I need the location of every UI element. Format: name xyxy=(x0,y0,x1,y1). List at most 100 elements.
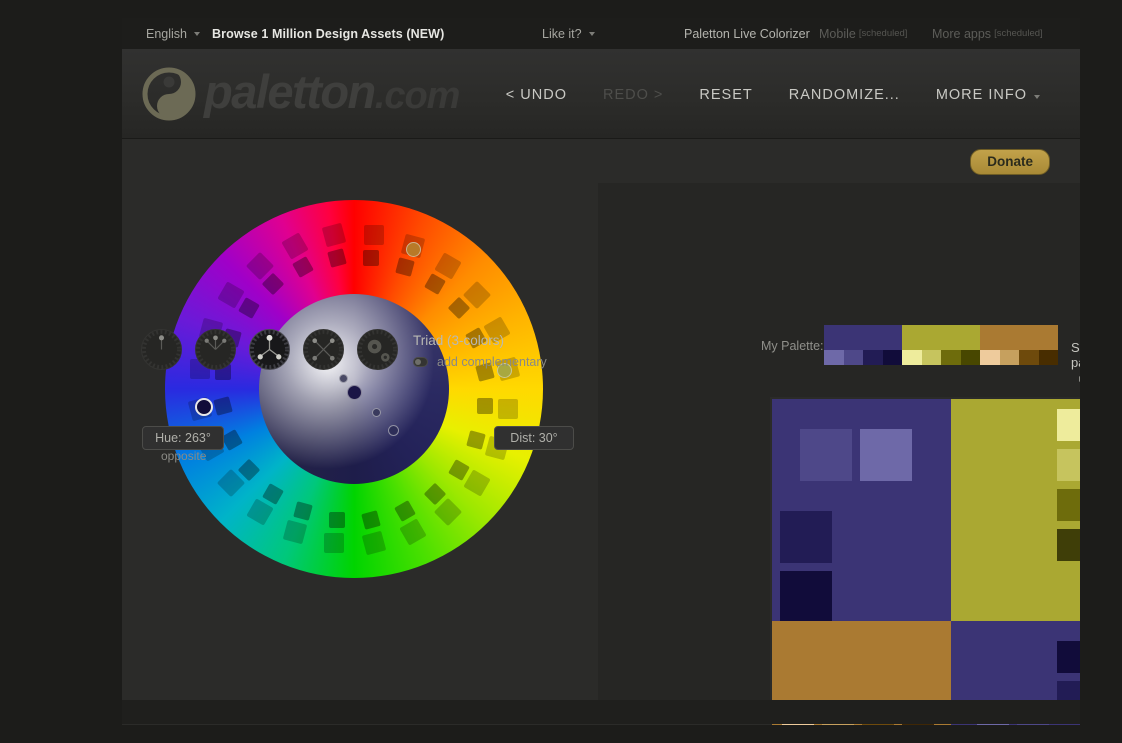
more-apps-link[interactable]: More apps [scheduled] xyxy=(932,27,1043,41)
nav-undo[interactable]: < UNDO xyxy=(488,83,585,107)
wheel-segment[interactable] xyxy=(281,232,308,259)
live-colorizer-label: Paletton Live Colorizer xyxy=(684,27,810,41)
wheel-segment[interactable] xyxy=(435,252,462,279)
paletton-logo-icon xyxy=(140,65,198,123)
inner-handle-c[interactable] xyxy=(372,408,381,417)
color-wheel[interactable] xyxy=(165,200,543,578)
wheel-segment[interactable] xyxy=(498,399,518,419)
my-palette-label: My Palette: xyxy=(761,339,824,353)
wheel-segment[interactable] xyxy=(282,520,306,544)
wheel-segment[interactable] xyxy=(363,250,379,266)
palette-sub-swatch[interactable] xyxy=(980,350,1000,365)
palette-sub-swatch[interactable] xyxy=(824,350,844,365)
wheel-segment[interactable] xyxy=(477,398,493,414)
preview-cell[interactable] xyxy=(951,399,1080,621)
wheel-segment[interactable] xyxy=(329,512,345,528)
wheel-segment[interactable] xyxy=(322,223,346,247)
scheme-adjacent-button[interactable] xyxy=(195,329,236,370)
preview-cell[interactable] xyxy=(772,399,951,621)
preview-swatch[interactable] xyxy=(860,429,912,481)
inner-handle-d[interactable] xyxy=(388,425,399,436)
preview-swatch[interactable] xyxy=(780,571,832,621)
nav-redo[interactable]: REDO > xyxy=(585,83,681,107)
wheel-segment[interactable] xyxy=(221,429,243,451)
palette-sub-swatch[interactable] xyxy=(883,350,903,365)
palette-group[interactable] xyxy=(824,325,902,365)
wheel-segment[interactable] xyxy=(448,297,471,320)
browse-assets-link[interactable]: Browse 1 Million Design Assets (NEW) xyxy=(212,27,444,41)
add-complementary-toggle[interactable]: add complementary xyxy=(413,355,547,369)
preview-swatch[interactable] xyxy=(780,511,832,563)
nav-reset[interactable]: RESET xyxy=(681,83,770,107)
palette-sub-swatch[interactable] xyxy=(941,350,961,365)
wheel-segment[interactable] xyxy=(262,273,285,296)
hue-input[interactable]: Hue: 263° xyxy=(142,426,224,450)
palette-sub-swatch[interactable] xyxy=(1019,350,1039,365)
palette-sub-swatch[interactable] xyxy=(1000,350,1020,365)
wheel-segment[interactable] xyxy=(434,498,462,526)
chevron-down-icon xyxy=(589,32,595,36)
scheme-monochromatic-button[interactable] xyxy=(141,329,182,370)
wheel-segment[interactable] xyxy=(213,396,233,416)
logo[interactable]: paletton.com xyxy=(140,63,459,125)
secondary-handle-1[interactable] xyxy=(406,242,421,257)
wheel-segment[interactable] xyxy=(448,459,470,481)
language-selector[interactable]: English xyxy=(146,27,200,41)
preview-swatch[interactable] xyxy=(1057,529,1080,561)
wheel-segment[interactable] xyxy=(324,533,344,553)
like-it-menu[interactable]: Like it? xyxy=(542,27,595,41)
palette-sub-swatch[interactable] xyxy=(844,350,864,365)
preview-swatch[interactable] xyxy=(800,429,852,481)
wheel-segment[interactable] xyxy=(424,273,446,295)
wheel-segment[interactable] xyxy=(400,519,427,546)
opposite-link[interactable]: opposite xyxy=(161,449,206,463)
my-palette-bar[interactable] xyxy=(824,325,1058,365)
palette-group[interactable] xyxy=(902,325,980,365)
scheme-freestyle-button[interactable] xyxy=(357,329,398,370)
palette-main-swatch[interactable] xyxy=(824,325,902,350)
palette-sub-swatch[interactable] xyxy=(922,350,942,365)
share-palette-button[interactable]: Share palette xyxy=(1071,340,1080,385)
palette-group[interactable] xyxy=(980,325,1058,365)
nav-reset-label: RESET xyxy=(699,87,752,103)
palette-main-swatch[interactable] xyxy=(980,325,1058,350)
mobile-link[interactable]: Mobile [scheduled] xyxy=(819,27,907,41)
nav-randomize[interactable]: RANDOMIZE... xyxy=(771,83,918,107)
wheel-segment[interactable] xyxy=(394,500,416,522)
distance-input[interactable]: Dist: 30° xyxy=(494,426,574,450)
wheel-segment[interactable] xyxy=(263,483,285,505)
wheel-segment[interactable] xyxy=(246,498,273,525)
donate-row: Donate xyxy=(122,139,1080,183)
wheel-segment[interactable] xyxy=(327,248,347,268)
live-colorizer-link[interactable]: Paletton Live Colorizer xyxy=(684,27,810,41)
wheel-segment[interactable] xyxy=(294,501,314,521)
wheel-segment[interactable] xyxy=(361,510,381,530)
scheme-tetrad-button[interactable] xyxy=(303,329,344,370)
wheel-segment[interactable] xyxy=(466,430,486,450)
palette-sub-swatch[interactable] xyxy=(863,350,883,365)
scheme-type-selector xyxy=(141,329,398,370)
wheel-segment[interactable] xyxy=(463,470,490,497)
preview-swatch[interactable] xyxy=(1057,449,1080,481)
palette-sub-swatch[interactable] xyxy=(961,350,981,365)
wheel-segment[interactable] xyxy=(238,458,261,481)
preview-swatch[interactable] xyxy=(1057,409,1080,441)
inner-handle-b[interactable] xyxy=(339,374,348,383)
palette-preview[interactable] xyxy=(770,397,1080,725)
preview-swatch[interactable] xyxy=(1057,641,1080,673)
nav-more-info[interactable]: MORE INFO xyxy=(918,83,1058,107)
wheel-segment[interactable] xyxy=(395,257,415,277)
donate-button[interactable]: Donate xyxy=(970,149,1050,175)
wheel-segment[interactable] xyxy=(238,298,260,320)
wheel-segment[interactable] xyxy=(364,225,384,245)
palette-sub-swatch[interactable] xyxy=(902,350,922,365)
wheel-segment[interactable] xyxy=(292,256,314,278)
inner-handle-base[interactable] xyxy=(347,385,362,400)
logo-text-main: paletton xyxy=(204,65,375,118)
palette-main-swatch[interactable] xyxy=(902,325,980,350)
wheel-segment[interactable] xyxy=(362,530,386,554)
chevron-right-icon xyxy=(1079,376,1080,382)
palette-sub-swatch[interactable] xyxy=(1039,350,1059,365)
preview-swatch[interactable] xyxy=(1057,489,1080,521)
scheme-triad-button[interactable] xyxy=(249,329,290,370)
